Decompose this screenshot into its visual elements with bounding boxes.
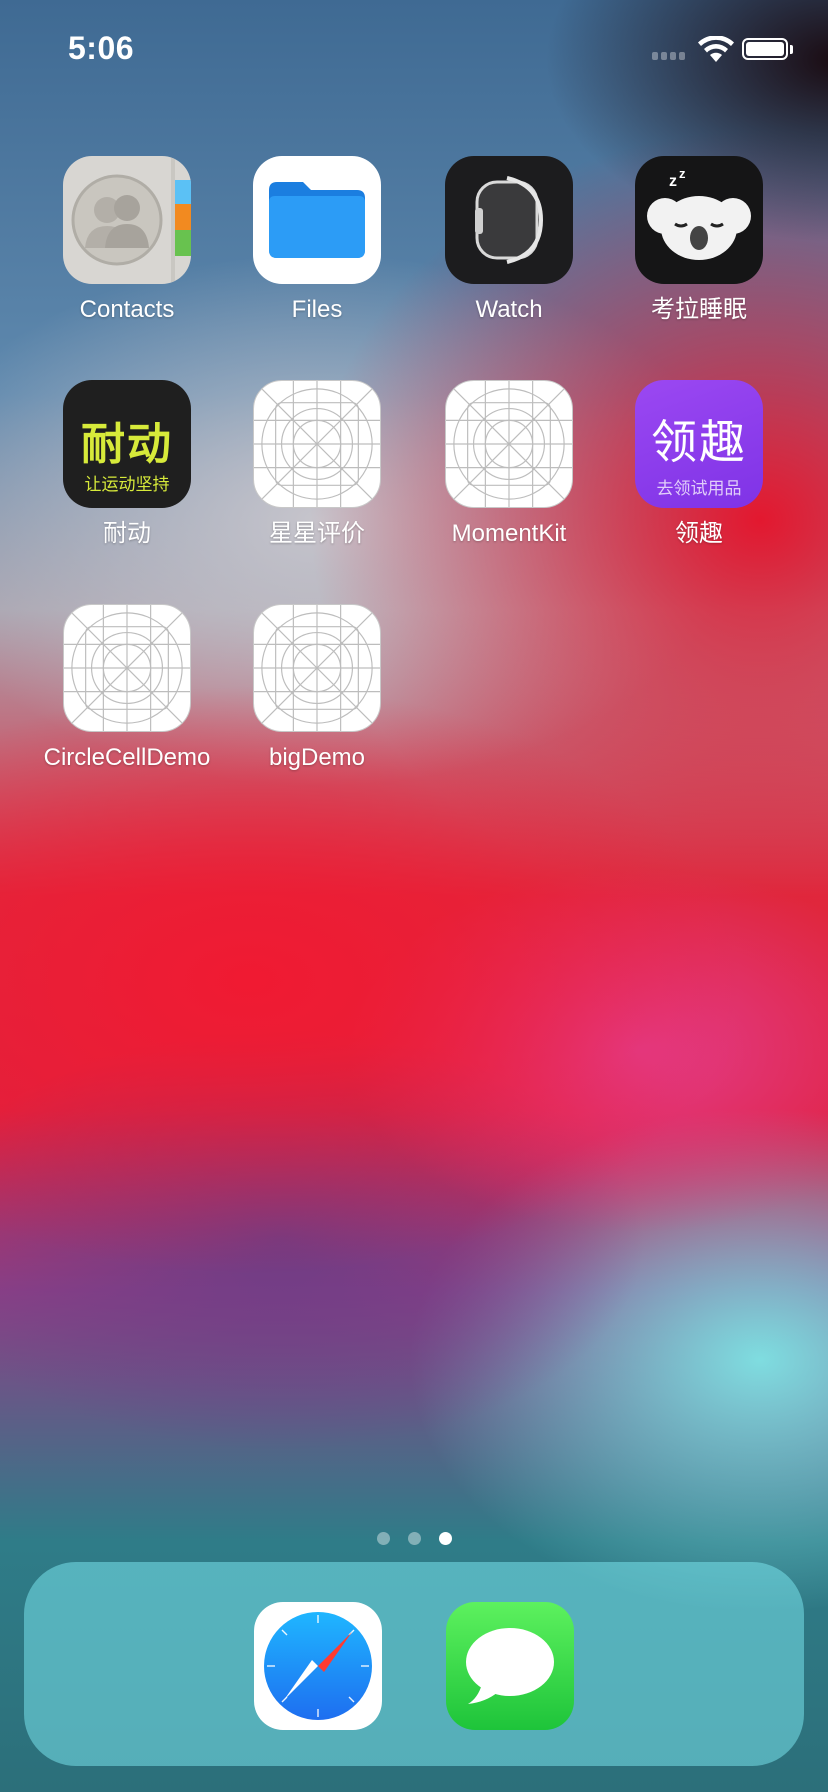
dock-app-safari[interactable] bbox=[254, 1602, 382, 1730]
app-label: Watch bbox=[475, 296, 543, 323]
app-label: MomentKit bbox=[451, 520, 567, 547]
page-dot[interactable] bbox=[376, 1532, 390, 1545]
placeholder-app-icon bbox=[63, 604, 191, 732]
app-watch[interactable]: Watch bbox=[414, 156, 604, 325]
placeholder-app-icon bbox=[253, 380, 381, 508]
watch-icon bbox=[445, 156, 573, 284]
page-dot[interactable] bbox=[407, 1532, 421, 1545]
app-contacts[interactable]: Contacts bbox=[32, 156, 222, 325]
status-bar: 5:06 bbox=[0, 0, 828, 100]
app-label: 考拉睡眠 bbox=[651, 296, 747, 323]
app-label: Contacts bbox=[79, 296, 175, 323]
app-naidong[interactable]: 耐动 让运动坚持 耐动 bbox=[32, 380, 222, 549]
app-stars-rating[interactable]: 星星评价 bbox=[222, 380, 412, 549]
lingqu-icon: 领趣 去领试用品 bbox=[635, 380, 763, 508]
dock bbox=[24, 1562, 804, 1766]
app-label: 领趣 bbox=[675, 520, 723, 547]
app-label: CircleCellDemo bbox=[43, 744, 211, 771]
app-files[interactable]: Files bbox=[222, 156, 412, 325]
svg-text:z: z bbox=[669, 173, 677, 190]
koala-sleep-icon: z z bbox=[635, 156, 763, 284]
contacts-icon bbox=[63, 156, 191, 284]
files-icon bbox=[253, 156, 381, 284]
placeholder-app-icon bbox=[253, 604, 381, 732]
naidong-icon: 耐动 让运动坚持 bbox=[63, 380, 191, 508]
app-circlecelldemo[interactable]: CircleCellDemo bbox=[32, 604, 222, 773]
wifi-icon bbox=[698, 36, 734, 62]
dock-app-messages[interactable] bbox=[446, 1602, 574, 1730]
safari-icon bbox=[254, 1602, 382, 1730]
app-label: 星星评价 bbox=[269, 520, 365, 547]
messages-icon bbox=[446, 1602, 574, 1730]
app-label: bigDemo bbox=[268, 744, 366, 771]
placeholder-app-icon bbox=[445, 380, 573, 508]
status-time: 5:06 bbox=[68, 30, 135, 66]
signal-icon bbox=[652, 52, 685, 60]
app-koala-sleep[interactable]: z z 考拉睡眠 bbox=[604, 156, 794, 325]
app-label: Files bbox=[291, 296, 343, 323]
app-label: 耐动 bbox=[103, 520, 151, 547]
app-lingqu[interactable]: 领趣 去领试用品 领趣 bbox=[604, 380, 794, 549]
battery-icon bbox=[742, 38, 788, 60]
svg-text:z: z bbox=[679, 166, 686, 181]
page-dot-active[interactable] bbox=[438, 1532, 452, 1545]
app-bigdemo[interactable]: bigDemo bbox=[222, 604, 412, 773]
app-momentkit[interactable]: MomentKit bbox=[414, 380, 604, 549]
page-indicator[interactable] bbox=[0, 1532, 828, 1545]
